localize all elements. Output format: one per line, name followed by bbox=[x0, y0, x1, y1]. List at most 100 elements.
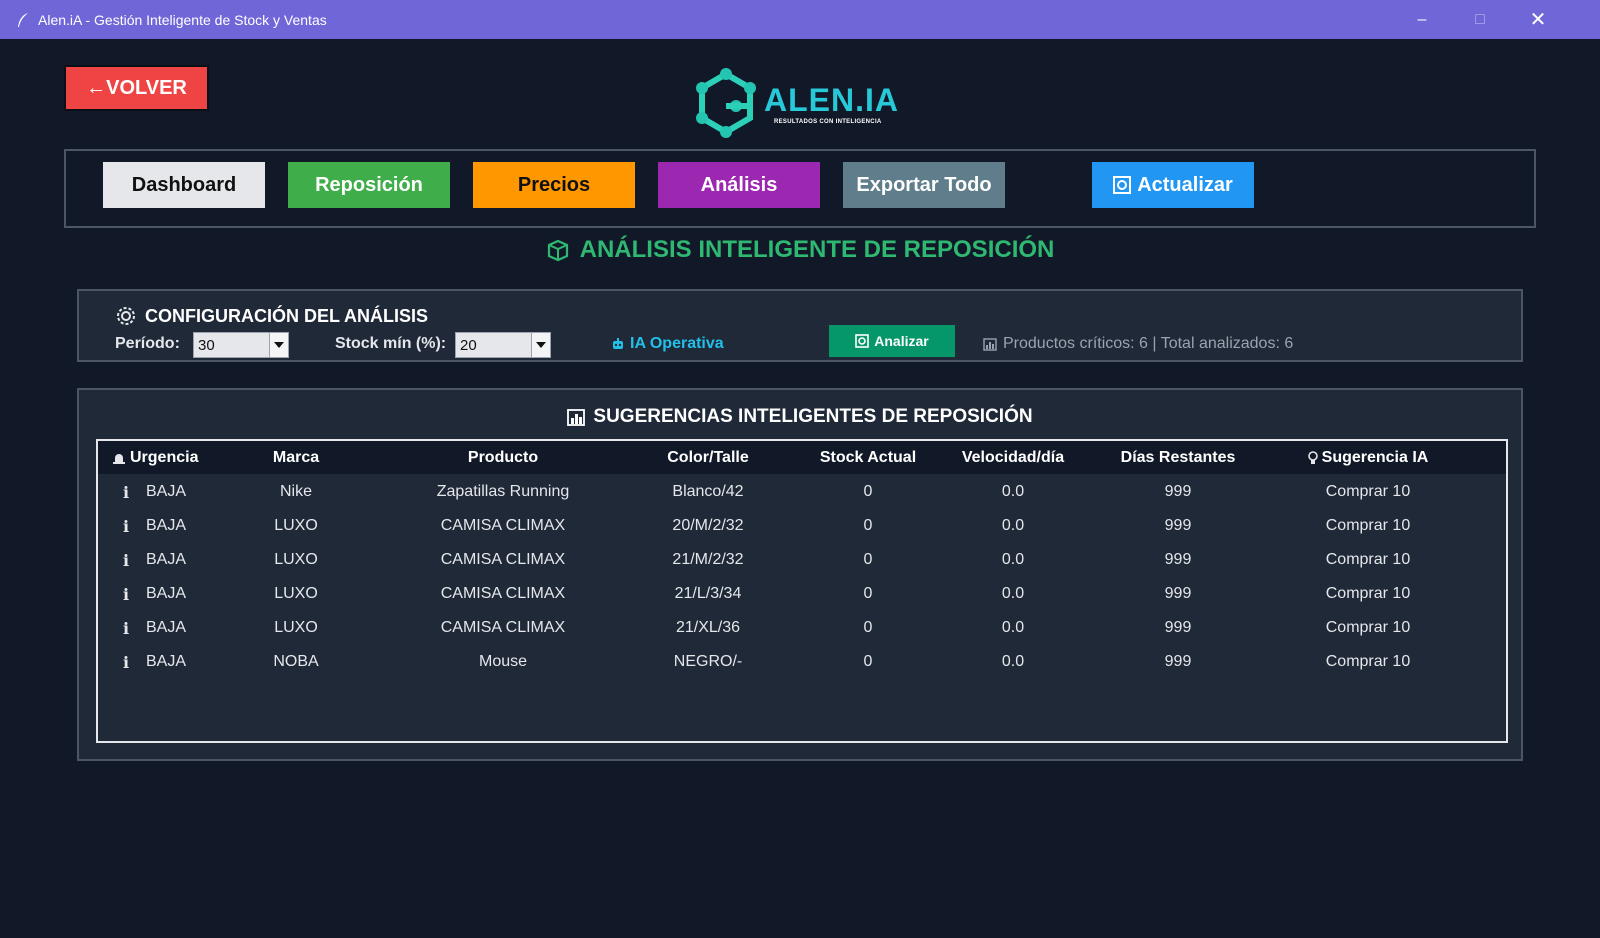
window-title: Alen.iA - Gestión Inteligente de Stock y… bbox=[38, 11, 327, 28]
producto-cell: CAMISA CLIMAX bbox=[440, 619, 566, 636]
back-button[interactable]: ←VOLVER bbox=[64, 65, 209, 111]
actualizar-button[interactable]: Actualizar bbox=[1092, 162, 1254, 208]
column-header-color-talle[interactable]: Color/Talle bbox=[638, 449, 778, 467]
section-title-text: ANÁLISIS INTELIGENTE DE REPOSICIÓN bbox=[579, 236, 1055, 263]
periodo-value: 30 bbox=[198, 337, 215, 354]
info-icon: i bbox=[122, 517, 130, 536]
dias-cell: 999 bbox=[1164, 517, 1192, 534]
config-title-text: CONFIGURACIÓN DEL ANÁLISIS bbox=[145, 305, 429, 326]
sugerencia-cell: Comprar 10 bbox=[1325, 517, 1411, 534]
urgencia-cell: BAJA bbox=[146, 653, 187, 670]
info-icon: i bbox=[122, 585, 130, 604]
dias-cell: 999 bbox=[1164, 619, 1192, 636]
suggestions-panel: SUGERENCIAS INTELIGENTES DE REPOSICIÓN U… bbox=[77, 388, 1523, 761]
table-row[interactable]: i BAJA LUXO CAMISA CLIMAX 21/L/3/34 0 0.… bbox=[98, 576, 1506, 610]
tab-precios[interactable]: Precios bbox=[473, 162, 635, 208]
color-talle-cell: 21/L/3/34 bbox=[674, 585, 742, 602]
chevron-down-icon[interactable] bbox=[531, 333, 550, 357]
sugerencia-cell: Comprar 10 bbox=[1325, 483, 1411, 500]
producto-cell: Mouse bbox=[478, 653, 528, 670]
color-talle-cell: 20/M/2/32 bbox=[672, 517, 744, 534]
color-talle-cell: 21/XL/36 bbox=[675, 619, 741, 636]
suggestions-table: Urgencia Marca Producto Color/Talle Stoc… bbox=[96, 439, 1508, 743]
urgencia-cell: BAJA bbox=[146, 585, 187, 602]
marca-cell: LUXO bbox=[274, 517, 318, 534]
marca-cell: LUXO bbox=[274, 551, 318, 568]
table-row[interactable]: i BAJA Nike Zapatillas Running Blanco/42… bbox=[98, 474, 1506, 508]
info-icon: i bbox=[122, 551, 130, 570]
producto-cell: Zapatillas Running bbox=[436, 483, 570, 500]
velocidad-cell: 0.0 bbox=[1001, 585, 1025, 602]
urgencia-cell: BAJA bbox=[146, 619, 187, 636]
robot-icon bbox=[613, 338, 623, 349]
sugerencia-cell: Comprar 10 bbox=[1325, 653, 1411, 670]
chevron-down-icon[interactable] bbox=[269, 333, 288, 357]
velocidad-cell: 0.0 bbox=[1001, 619, 1025, 636]
color-talle-cell: Blanco/42 bbox=[672, 483, 744, 500]
gear-icon bbox=[117, 307, 135, 325]
tab-dashboard[interactable]: Dashboard bbox=[103, 162, 265, 208]
dias-cell: 999 bbox=[1164, 551, 1192, 568]
marca-cell: NOBA bbox=[273, 653, 319, 670]
dias-cell: 999 bbox=[1164, 585, 1192, 602]
column-header-dias[interactable]: Días Restantes bbox=[1098, 449, 1258, 467]
actualizar-label: Actualizar bbox=[1137, 173, 1233, 196]
column-header-marca[interactable]: Marca bbox=[246, 449, 346, 467]
config-title: CONFIGURACIÓN DEL ANÁLISIS bbox=[115, 305, 428, 327]
periodo-label: Período: bbox=[115, 335, 180, 352]
bar-chart-icon bbox=[567, 409, 586, 426]
lightbulb-icon bbox=[1307, 451, 1318, 464]
config-panel: CONFIGURACIÓN DEL ANÁLISIS Período: 30 S… bbox=[77, 289, 1523, 362]
stock-cell: 0 bbox=[863, 653, 873, 670]
column-header-stock[interactable]: Stock Actual bbox=[798, 449, 938, 467]
marca-cell: LUXO bbox=[274, 585, 318, 602]
logo-text: ALEN.IA bbox=[764, 82, 899, 118]
maximize-button[interactable]: □ bbox=[1451, 0, 1509, 39]
ia-status-text: IA Operativa bbox=[630, 335, 724, 352]
section-title: ANÁLISIS INTELIGENTE DE REPOSICIÓN bbox=[0, 236, 1600, 264]
feather-icon bbox=[18, 12, 28, 27]
exportar-button[interactable]: Exportar Todo bbox=[843, 162, 1005, 208]
column-header-producto[interactable]: Producto bbox=[398, 449, 608, 467]
velocidad-cell: 0.0 bbox=[1001, 483, 1025, 500]
stock-cell: 0 bbox=[863, 483, 873, 500]
suggestions-title-text: SUGERENCIAS INTELIGENTES DE REPOSICIÓN bbox=[593, 406, 1033, 427]
stock-cell: 0 bbox=[863, 585, 873, 602]
tab-analisis[interactable]: Análisis bbox=[658, 162, 820, 208]
urgencia-cell: BAJA bbox=[146, 517, 187, 534]
table-row[interactable]: i BAJA LUXO CAMISA CLIMAX 21/M/2/32 0 0.… bbox=[98, 542, 1506, 576]
sugerencia-cell: Comprar 10 bbox=[1325, 619, 1411, 636]
nav-bar: Dashboard Reposición Precios Análisis Ex… bbox=[64, 149, 1536, 228]
table-row[interactable]: i BAJA LUXO CAMISA CLIMAX 20/M/2/32 0 0.… bbox=[98, 508, 1506, 542]
stats-value: Productos críticos: 6 | Total analizados… bbox=[1003, 335, 1294, 352]
analizar-label: Analizar bbox=[874, 333, 929, 349]
stock-cell: 0 bbox=[863, 619, 873, 636]
dias-cell: 999 bbox=[1164, 483, 1192, 500]
tab-reposicion[interactable]: Reposición bbox=[288, 162, 450, 208]
velocidad-cell: 0.0 bbox=[1001, 517, 1025, 534]
column-label: Urgencia bbox=[130, 449, 199, 466]
table-row[interactable]: i BAJA NOBA Mouse NEGRO/- 0 0.0 999 Comp… bbox=[98, 644, 1506, 678]
column-header-velocidad[interactable]: Velocidad/día bbox=[943, 449, 1083, 467]
urgencia-cell: BAJA bbox=[146, 551, 187, 568]
color-talle-cell: NEGRO/- bbox=[673, 653, 743, 670]
minimize-button[interactable]: – bbox=[1393, 0, 1451, 39]
periodo-select[interactable]: 30 bbox=[193, 332, 289, 358]
ia-status: IA Operativa bbox=[611, 335, 724, 353]
table-row[interactable]: i BAJA LUXO CAMISA CLIMAX 21/XL/36 0 0.0… bbox=[98, 610, 1506, 644]
analizar-button[interactable]: Analizar bbox=[829, 325, 955, 357]
logo-mark-icon bbox=[696, 68, 756, 138]
info-icon: i bbox=[122, 619, 130, 638]
producto-cell: CAMISA CLIMAX bbox=[440, 517, 566, 534]
column-header-urgencia[interactable]: Urgencia bbox=[112, 449, 222, 467]
package-icon bbox=[547, 239, 568, 262]
info-icon: i bbox=[122, 653, 130, 672]
velocidad-cell: 0.0 bbox=[1001, 653, 1025, 670]
stock-cell: 0 bbox=[863, 517, 873, 534]
close-button[interactable]: ✕ bbox=[1509, 0, 1567, 39]
column-header-sugerencia[interactable]: Sugerencia IA bbox=[1288, 449, 1448, 467]
stock-cell: 0 bbox=[863, 551, 873, 568]
column-label: Sugerencia IA bbox=[1321, 449, 1429, 466]
stock-min-select[interactable]: 20 bbox=[455, 332, 551, 358]
velocidad-cell: 0.0 bbox=[1001, 551, 1025, 568]
